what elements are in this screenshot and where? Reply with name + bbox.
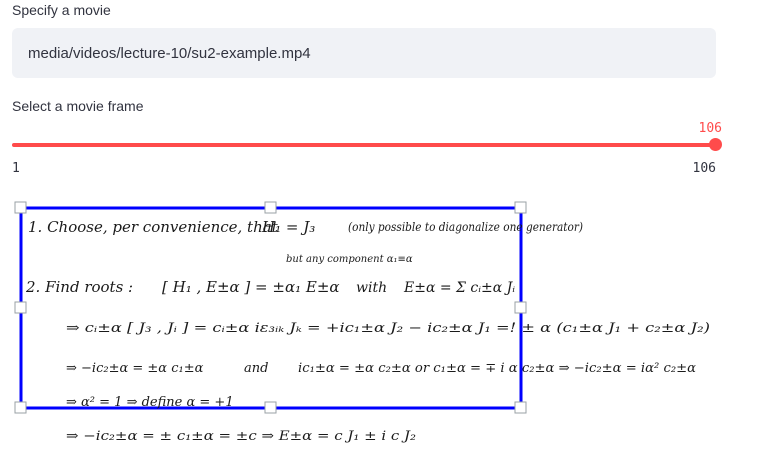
resize-handle-top[interactable]	[264, 201, 277, 214]
note-line: ⇒ −ic₂±α = ±α c₁±α	[66, 361, 204, 376]
note-line: E±α = Σ cᵢ±α Jᵢ	[403, 280, 515, 296]
note-line: H₁ = J₃	[261, 218, 315, 236]
note-line: and	[244, 361, 268, 376]
frame-slider-max: 106	[692, 161, 716, 176]
note-line: ⇒ −ic₂±α = ± c₁±α = ±c ⇒ E±α = c J₁ ± i …	[66, 429, 416, 444]
note-line: 2. Find roots :	[25, 278, 133, 296]
frame-slider-label: Select a movie frame	[12, 98, 144, 114]
note-line: (only possible to diagonalize one genera…	[348, 220, 583, 234]
resize-handle-right[interactable]	[514, 301, 527, 314]
resize-handle-top-right[interactable]	[514, 201, 527, 214]
movie-input-label: Specify a movie	[12, 2, 111, 18]
resize-handle-bottom-right[interactable]	[514, 401, 527, 414]
selection-rectangle[interactable]	[19, 206, 523, 410]
note-line: ic₁±α = ±α c₂±α or c₁±α = ∓ i α c₂±α ⇒ −…	[298, 361, 696, 376]
resize-handle-bottom[interactable]	[264, 401, 277, 414]
note-line: [ H₁ , E±α ] = ±α₁ E±α	[162, 278, 340, 296]
resize-handle-top-left[interactable]	[14, 201, 27, 214]
note-line: but any component α₁≡α	[286, 254, 413, 265]
note-line: ⇒ cᵢ±α [ J₃ , Jᵢ ] = cᵢ±α iε₃ᵢₖ Jₖ = +ic…	[66, 321, 710, 336]
movie-frame-image: 1. Choose, per convenience, that H₁ = J₃…	[14, 201, 710, 444]
movie-path-value: media/videos/lecture-10/su2-example.mp4	[28, 44, 311, 62]
note-line: 1. Choose, per convenience, that	[28, 218, 279, 236]
resize-handle-left[interactable]	[14, 301, 27, 314]
frame-slider-track[interactable]	[12, 143, 716, 147]
movie-path-input[interactable]: media/videos/lecture-10/su2-example.mp4	[12, 28, 716, 78]
note-line: with	[356, 280, 387, 296]
resize-handle-bottom-left[interactable]	[14, 401, 27, 414]
frame-slider-thumb[interactable]	[709, 138, 722, 151]
note-line: ⇒ α² = 1 ⇒ define α = +1	[66, 395, 234, 410]
frame-slider-min: 1	[12, 161, 20, 176]
frame-slider-value: 106	[698, 121, 722, 136]
